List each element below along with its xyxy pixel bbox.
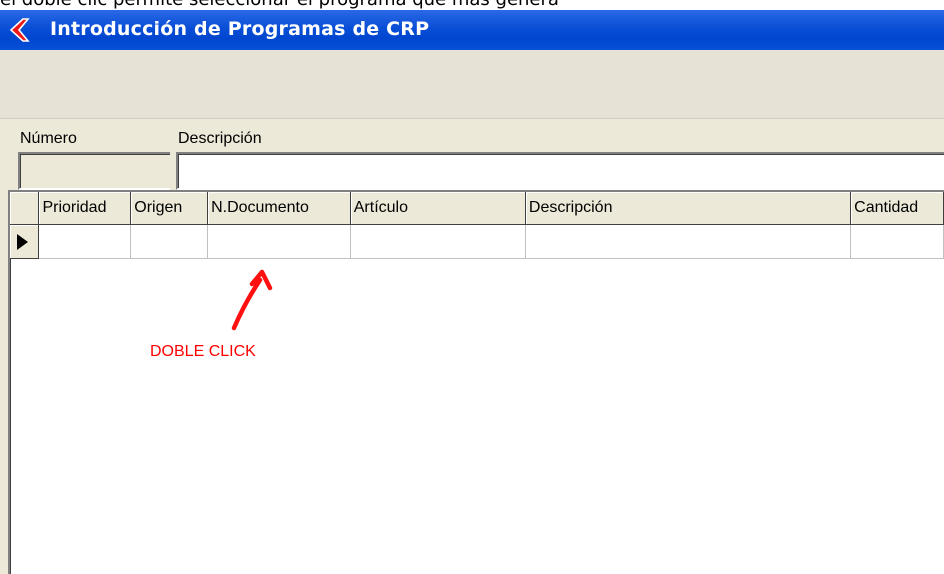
column-header-articulo[interactable]: Artículo [350, 192, 526, 225]
column-header-descripcion[interactable]: Descripción [525, 192, 852, 225]
grid-table: Prioridad Origen N.Documento Artículo De… [10, 192, 944, 259]
column-header-prioridad[interactable]: Prioridad [38, 192, 132, 225]
crp-programs-grid[interactable]: Prioridad Origen N.Documento Artículo De… [8, 190, 944, 574]
numero-field[interactable] [18, 152, 170, 190]
cell-articulo[interactable] [350, 224, 526, 259]
double-click-annotation: DOBLE CLICK [150, 343, 256, 360]
column-header-n-documento[interactable]: N.Documento [207, 192, 351, 225]
column-header-cantidad[interactable]: Cantidad [850, 192, 944, 225]
row-indicator-cell[interactable] [10, 224, 40, 259]
window-title: Introducción de Programas de CRP [50, 18, 430, 40]
toolbar [0, 50, 944, 119]
cell-prioridad[interactable] [38, 224, 132, 259]
numero-label: Número [20, 130, 77, 147]
title-bar[interactable]: Introducción de Programas de CRP [0, 10, 944, 50]
cell-origen[interactable] [130, 224, 209, 259]
table-row[interactable] [10, 224, 944, 259]
descripcion-field[interactable] [176, 152, 944, 190]
grid-header-row: Prioridad Origen N.Documento Artículo De… [10, 192, 944, 225]
document-text-line: el doble clic permite seleccionar el pro… [0, 0, 944, 9]
current-row-arrow-icon [17, 233, 28, 250]
cell-descripcion[interactable] [525, 224, 852, 259]
hand-drawn-arrow-icon [231, 269, 273, 331]
red-arrow-icon [9, 18, 30, 42]
row-indicator-header [10, 192, 40, 225]
descripcion-label: Descripción [178, 130, 262, 147]
cell-n-documento[interactable] [207, 224, 351, 259]
column-header-origen[interactable]: Origen [130, 192, 209, 225]
cell-cantidad[interactable] [850, 224, 944, 259]
